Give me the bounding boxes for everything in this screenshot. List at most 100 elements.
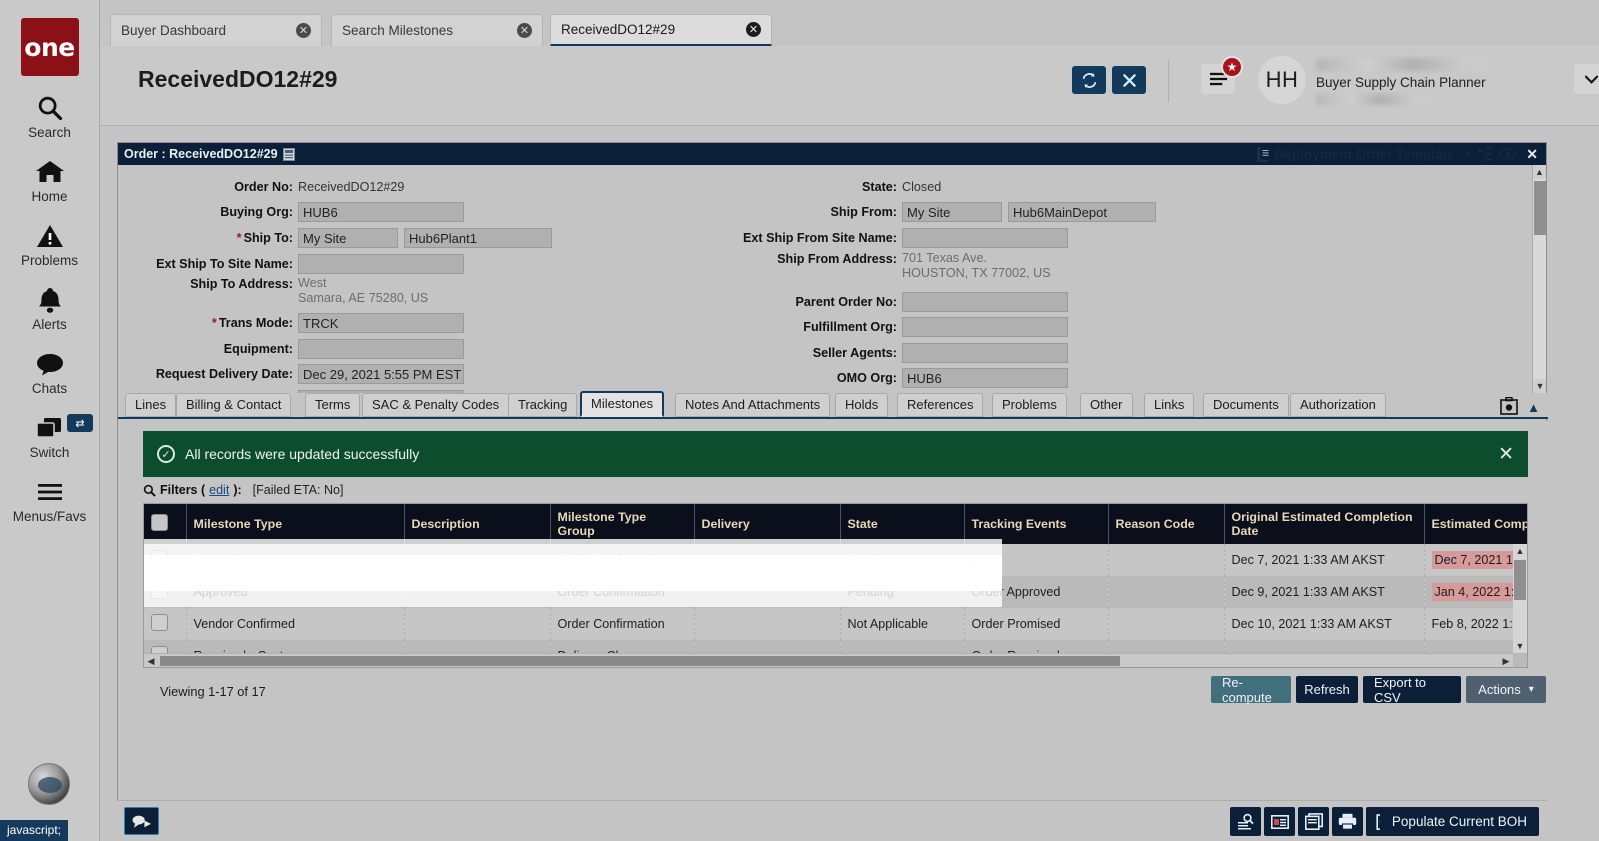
ship-to-name-input[interactable]: Hub6Plant1 (404, 228, 552, 248)
buying-org-input[interactable]: HUB6 (298, 202, 464, 222)
select-all-checkbox[interactable] (151, 514, 168, 531)
col-state[interactable]: State (840, 504, 964, 544)
col-reason-code[interactable]: Reason Code (1108, 504, 1224, 544)
tab-terms[interactable]: Terms (305, 393, 360, 417)
panel-close-icon[interactable]: ✕ (1526, 146, 1538, 163)
chat-send-button[interactable] (124, 807, 159, 835)
scroll-down-arrow-icon[interactable]: ▼ (1533, 379, 1546, 393)
tab-lines[interactable]: Lines (125, 393, 176, 417)
filters-edit-link[interactable]: edit (209, 483, 229, 497)
header-close-button[interactable] (1112, 66, 1146, 94)
tab-sac-penalty-codes[interactable]: SAC & Penalty Codes (362, 393, 509, 417)
copy-window-button[interactable] (1298, 807, 1329, 836)
re-compute-button[interactable]: Re-compute (1211, 676, 1291, 703)
template-chevron-down-icon[interactable]: ▼ (1462, 149, 1472, 160)
scroll-up-arrow-icon[interactable]: ▲ (1533, 165, 1546, 179)
row-checkbox-cell[interactable] (144, 608, 186, 640)
table-row[interactable]: Vendor Confirmed Order Confirmation Not … (144, 608, 1528, 640)
col-delivery[interactable]: Delivery (694, 504, 840, 544)
rail-item-problems[interactable]: Problems (0, 220, 99, 268)
tab-links[interactable]: Links (1144, 393, 1194, 417)
col-description[interactable]: Description (404, 504, 550, 544)
actions-button[interactable]: Actions ▾ (1466, 676, 1546, 703)
tab-problems[interactable]: Problems (992, 393, 1067, 417)
grid-scroll-up-arrow-icon[interactable]: ▲ (1513, 544, 1527, 558)
audit-log-button[interactable] (1230, 807, 1261, 836)
seller-agents-input[interactable] (902, 343, 1068, 363)
ship-from-name-input[interactable]: Hub6MainDepot (1008, 202, 1156, 222)
rail-item-home[interactable]: Home (0, 156, 99, 204)
ext-ship-from-site-name-input[interactable] (902, 228, 1068, 248)
grid-scroll-down-arrow-icon[interactable]: ▼ (1513, 639, 1527, 653)
table-row[interactable]: Approved Order Confirmation Pending Orde… (144, 576, 1528, 608)
scroll-thumb[interactable] (1534, 181, 1546, 235)
notes-button[interactable] (1264, 807, 1295, 836)
select-all-header[interactable] (144, 504, 186, 544)
header-refresh-button[interactable] (1072, 66, 1106, 94)
col-original-estimated-completion-date[interactable]: Original Estimated Completion Date (1224, 504, 1424, 544)
ext-ship-to-site-name-input[interactable] (298, 254, 464, 274)
rail-item-menus-favs[interactable]: Menus/Favs (0, 476, 99, 524)
row-checkbox[interactable] (151, 582, 168, 599)
grid-hscroll-thumb[interactable] (160, 656, 1120, 666)
grid-vertical-scrollbar[interactable]: ▲ ▼ (1513, 544, 1527, 653)
populate-current-boh-button[interactable]: Populate Current BOH (1380, 807, 1539, 836)
col-milestone-type[interactable]: Milestone Type (186, 504, 404, 544)
equipment-input[interactable] (298, 339, 464, 359)
browser-tab-receiveddo12-29[interactable]: ReceivedDO12#29 ✕ (550, 14, 772, 46)
fulfillment-org-input[interactable] (902, 317, 1068, 337)
ship-from-site-input[interactable]: My Site (902, 202, 1002, 222)
tab-authorization[interactable]: Authorization (1290, 393, 1386, 417)
row-checkbox[interactable] (151, 550, 168, 567)
table-row[interactable]: Created Order Confirmation Pending ▸ Dec… (144, 544, 1528, 576)
banner-close-icon[interactable]: ✕ (1498, 443, 1514, 466)
collapse-panel-icon[interactable]: ▲ (1527, 400, 1540, 415)
row-checkbox-cell[interactable] (144, 576, 186, 608)
rail-item-chats[interactable]: Chats (0, 348, 99, 396)
user-menu-chevron-down-icon[interactable] (1574, 64, 1599, 94)
form-vertical-scrollbar[interactable]: ▲ ▼ (1532, 165, 1546, 393)
switch-badge-icon[interactable]: ⇄ (67, 414, 93, 432)
refresh-button[interactable]: Refresh (1296, 676, 1358, 703)
tab-references[interactable]: References (897, 393, 983, 417)
rail-item-search[interactable]: Search (0, 92, 99, 140)
cell-milestone-type[interactable]: Vendor Confirmed (186, 608, 404, 640)
browser-tab-search-milestones[interactable]: Search Milestones ✕ (331, 14, 543, 46)
request-delivery-date-input[interactable]: Dec 29, 2021 5:55 PM EST (298, 364, 464, 384)
tab-holds[interactable]: Holds (835, 393, 888, 417)
grid-horizontal-scrollbar[interactable]: ◀ ▶ (144, 653, 1513, 667)
row-checkbox-cell[interactable] (144, 544, 186, 576)
tab-documents[interactable]: Documents (1203, 393, 1289, 417)
rail-item-alerts[interactable]: Alerts (0, 284, 99, 332)
template-selector[interactable]: Deployment Order Template ▼ (1257, 147, 1473, 162)
browser-tab-buyer-dashboard[interactable]: Buyer Dashboard ✕ (110, 14, 322, 46)
parent-order-no-input[interactable] (902, 292, 1068, 312)
tab-milestones[interactable]: Milestones (580, 391, 664, 417)
grid-scroll-right-arrow-icon[interactable]: ▶ (1499, 654, 1513, 668)
col-estimated-completion-date[interactable]: Estimated Comple (1424, 504, 1528, 544)
col-milestone-type-group[interactable]: Milestone Type Group (550, 504, 694, 544)
grid-settings-gear-icon[interactable] (1499, 396, 1518, 415)
browser-tab-close-icon[interactable]: ✕ (296, 23, 311, 38)
cell-milestone-type[interactable]: Approved (186, 576, 404, 608)
menu-star-badge[interactable]: ★ (1221, 56, 1243, 78)
grid-scroll-left-arrow-icon[interactable]: ◀ (144, 654, 158, 668)
rail-item-switch[interactable]: ⇄ Switch (0, 412, 99, 460)
ship-to-site-input[interactable]: My Site (298, 228, 398, 248)
tab-billing-contact[interactable]: Billing & Contact (176, 393, 291, 417)
omo-org-input[interactable]: HUB6 (902, 368, 1068, 388)
avatar[interactable]: HH (1258, 56, 1306, 104)
eye-icon[interactable] (1499, 148, 1516, 160)
trans-mode-input[interactable]: TRCK (298, 313, 464, 333)
tab-tracking[interactable]: Tracking (508, 393, 577, 417)
cell-milestone-type[interactable]: Created (186, 544, 404, 576)
browser-tab-close-icon[interactable]: ✕ (746, 22, 761, 37)
one-network-logo[interactable]: one (21, 18, 79, 76)
print-button[interactable] (1332, 807, 1363, 836)
globe-avatar-icon[interactable] (28, 763, 70, 805)
tree-view-icon[interactable] (1478, 147, 1493, 161)
grid-scroll-thumb[interactable] (1514, 560, 1526, 600)
col-tracking-events[interactable]: Tracking Events (964, 504, 1108, 544)
export-to-csv-button[interactable]: Export to CSV (1363, 676, 1461, 703)
tab-notes-and-attachments[interactable]: Notes And Attachments (675, 393, 830, 417)
